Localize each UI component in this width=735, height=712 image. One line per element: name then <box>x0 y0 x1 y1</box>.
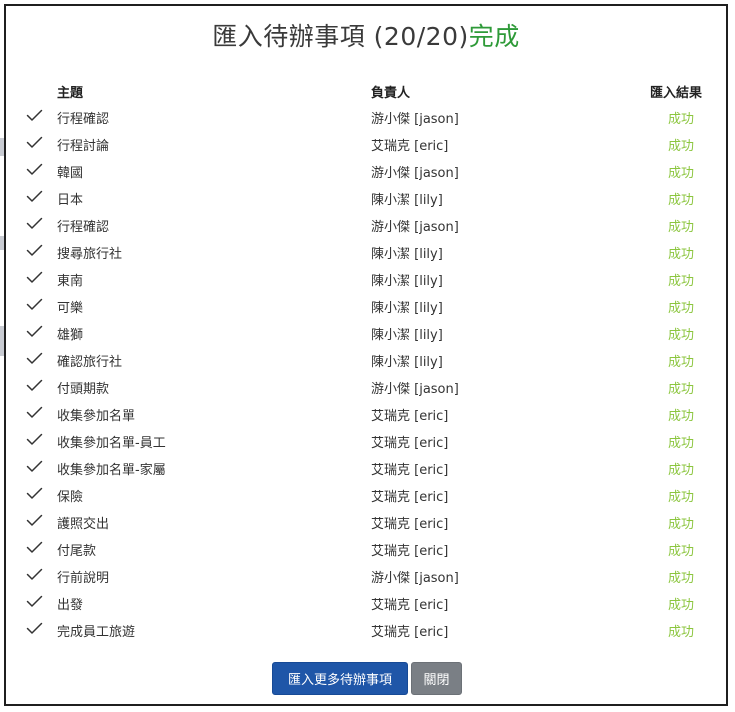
row-subject: 韓國 <box>57 166 84 181</box>
row-owner: 游小傑 [jason] <box>371 166 459 181</box>
row-result-status: 成功 <box>667 166 694 181</box>
row-owner: 游小傑 [jason] <box>371 571 459 586</box>
table-row: 付尾款 艾瑞克 [eric] 成功 <box>6 535 726 562</box>
row-subject: 完成員工旅遊 <box>57 625 136 640</box>
table-row: 韓國 游小傑 [jason] 成功 <box>6 157 726 184</box>
row-subject: 保險 <box>57 490 84 505</box>
table-row: 確認旅行社 陳小潔 [lily] 成功 <box>6 346 726 373</box>
row-result-status: 成功 <box>667 193 694 208</box>
row-owner: 艾瑞克 [eric] <box>371 139 449 154</box>
row-owner: 游小傑 [jason] <box>371 382 459 397</box>
row-subject: 收集參加名單 <box>57 409 136 424</box>
row-result-status: 成功 <box>667 436 694 451</box>
row-subject: 付頭期款 <box>57 382 110 397</box>
row-owner: 艾瑞克 [eric] <box>371 490 449 505</box>
row-owner: 艾瑞克 [eric] <box>371 463 449 478</box>
row-subject: 護照交出 <box>57 517 110 532</box>
row-owner: 艾瑞克 [eric] <box>371 598 449 613</box>
row-owner: 游小傑 [jason] <box>371 112 459 127</box>
row-subject: 雄獅 <box>57 328 84 343</box>
row-subject: 行程確認 <box>57 220 110 235</box>
dialog-title-text: 匯入待辦事項 (20/20) <box>212 22 469 51</box>
row-result-status: 成功 <box>667 328 694 343</box>
table-row: 東南 陳小潔 [lily] 成功 <box>6 265 726 292</box>
table-row: 收集參加名單 艾瑞克 [eric] 成功 <box>6 400 726 427</box>
row-result-status: 成功 <box>667 409 694 424</box>
row-result-status: 成功 <box>667 463 694 478</box>
row-result-status: 成功 <box>667 490 694 505</box>
row-result-status: 成功 <box>667 382 694 397</box>
table-row: 付頭期款 游小傑 [jason] 成功 <box>6 373 726 400</box>
row-subject: 可樂 <box>57 301 84 316</box>
table-row: 行程討論 艾瑞克 [eric] 成功 <box>6 130 726 157</box>
row-result-status: 成功 <box>667 301 694 316</box>
table-row: 完成員工旅遊 艾瑞克 [eric] 成功 <box>6 616 726 643</box>
import-more-button[interactable]: 匯入更多待辦事項 <box>272 662 408 695</box>
row-owner: 陳小潔 [lily] <box>371 247 443 262</box>
row-owner: 陳小潔 [lily] <box>371 274 443 289</box>
row-subject: 搜尋旅行社 <box>57 247 123 262</box>
row-result-status: 成功 <box>667 112 694 127</box>
row-owner: 艾瑞克 [eric] <box>371 436 449 451</box>
row-owner: 游小傑 [jason] <box>371 220 459 235</box>
table-row: 護照交出 艾瑞克 [eric] 成功 <box>6 508 726 535</box>
row-subject: 東南 <box>57 274 84 289</box>
row-owner: 陳小潔 [lily] <box>371 301 443 316</box>
row-subject: 確認旅行社 <box>57 355 123 370</box>
table-row: 搜尋旅行社 陳小潔 [lily] 成功 <box>6 238 726 265</box>
row-result-status: 成功 <box>667 544 694 559</box>
import-result-dialog: 匯入待辦事項 (20/20)完成 主題 負責人 匯入結果 行程確認游小傑 [ja… <box>4 4 728 706</box>
row-subject: 出發 <box>57 598 84 613</box>
row-result-status: 成功 <box>667 517 694 532</box>
dialog-footer: 匯入更多待辦事項 關閉 <box>6 662 726 696</box>
row-result-status: 成功 <box>667 274 694 289</box>
dialog-title: 匯入待辦事項 (20/20)完成 <box>6 17 726 53</box>
row-result-status: 成功 <box>667 139 694 154</box>
dialog-status: 完成 <box>468 22 520 51</box>
row-result-status: 成功 <box>667 571 694 586</box>
row-subject: 收集參加名單-員工 <box>57 436 166 451</box>
row-owner: 陳小潔 [lily] <box>371 193 443 208</box>
row-subject: 行前說明 <box>57 571 110 586</box>
table-row: 行程確認 游小傑 [jason] 成功 <box>6 103 726 130</box>
table-row: 可樂 陳小潔 [lily] 成功 <box>6 292 726 319</box>
row-owner: 艾瑞克 [eric] <box>371 625 449 640</box>
row-owner: 陳小潔 [lily] <box>371 328 443 343</box>
row-subject: 行程確認 <box>57 112 110 127</box>
close-button[interactable]: 關閉 <box>411 662 462 695</box>
table-header: 主題 負責人 匯入結果 <box>6 78 726 102</box>
row-owner: 艾瑞克 [eric] <box>371 409 449 424</box>
row-result-status: 成功 <box>667 355 694 370</box>
header-result: 匯入結果 <box>649 86 702 101</box>
row-owner: 艾瑞克 [eric] <box>371 544 449 559</box>
row-result-status: 成功 <box>667 625 694 640</box>
row-result-status: 成功 <box>667 247 694 262</box>
table-row: 日本 陳小潔 [lily] 成功 <box>6 184 726 211</box>
row-owner: 艾瑞克 [eric] <box>371 517 449 532</box>
table-row: 行程確認 游小傑 [jason] 成功 <box>6 211 726 238</box>
row-result-status: 成功 <box>667 220 694 235</box>
row-subject: 收集參加名單-家屬 <box>57 463 166 478</box>
table-row: 出發 艾瑞克 [eric] 成功 <box>6 589 726 616</box>
row-subject: 日本 <box>57 193 84 208</box>
table-row: 行前說明 游小傑 [jason] 成功 <box>6 562 726 589</box>
row-owner: 陳小潔 [lily] <box>371 355 443 370</box>
import-table-body: 行程確認 游小傑 [jason] 成功 行程討論 艾瑞克 [eric] 成功 韓國 游小傑 [… <box>6 103 726 643</box>
header-subject: 主題 <box>57 86 84 101</box>
row-subject: 付尾款 <box>57 544 97 559</box>
table-row: 收集參加名單-員工 艾瑞克 [eric] 成功 <box>6 427 726 454</box>
table-row: 保險 艾瑞克 [eric] 成功 <box>6 481 726 508</box>
table-row: 收集參加名單-家屬 艾瑞克 [eric] 成功 <box>6 454 726 481</box>
row-result-status: 成功 <box>667 598 694 613</box>
header-owner: 負責人 <box>371 86 411 101</box>
table-row: 雄獅 陳小潔 [lily] 成功 <box>6 319 726 346</box>
row-subject: 行程討論 <box>57 139 110 154</box>
